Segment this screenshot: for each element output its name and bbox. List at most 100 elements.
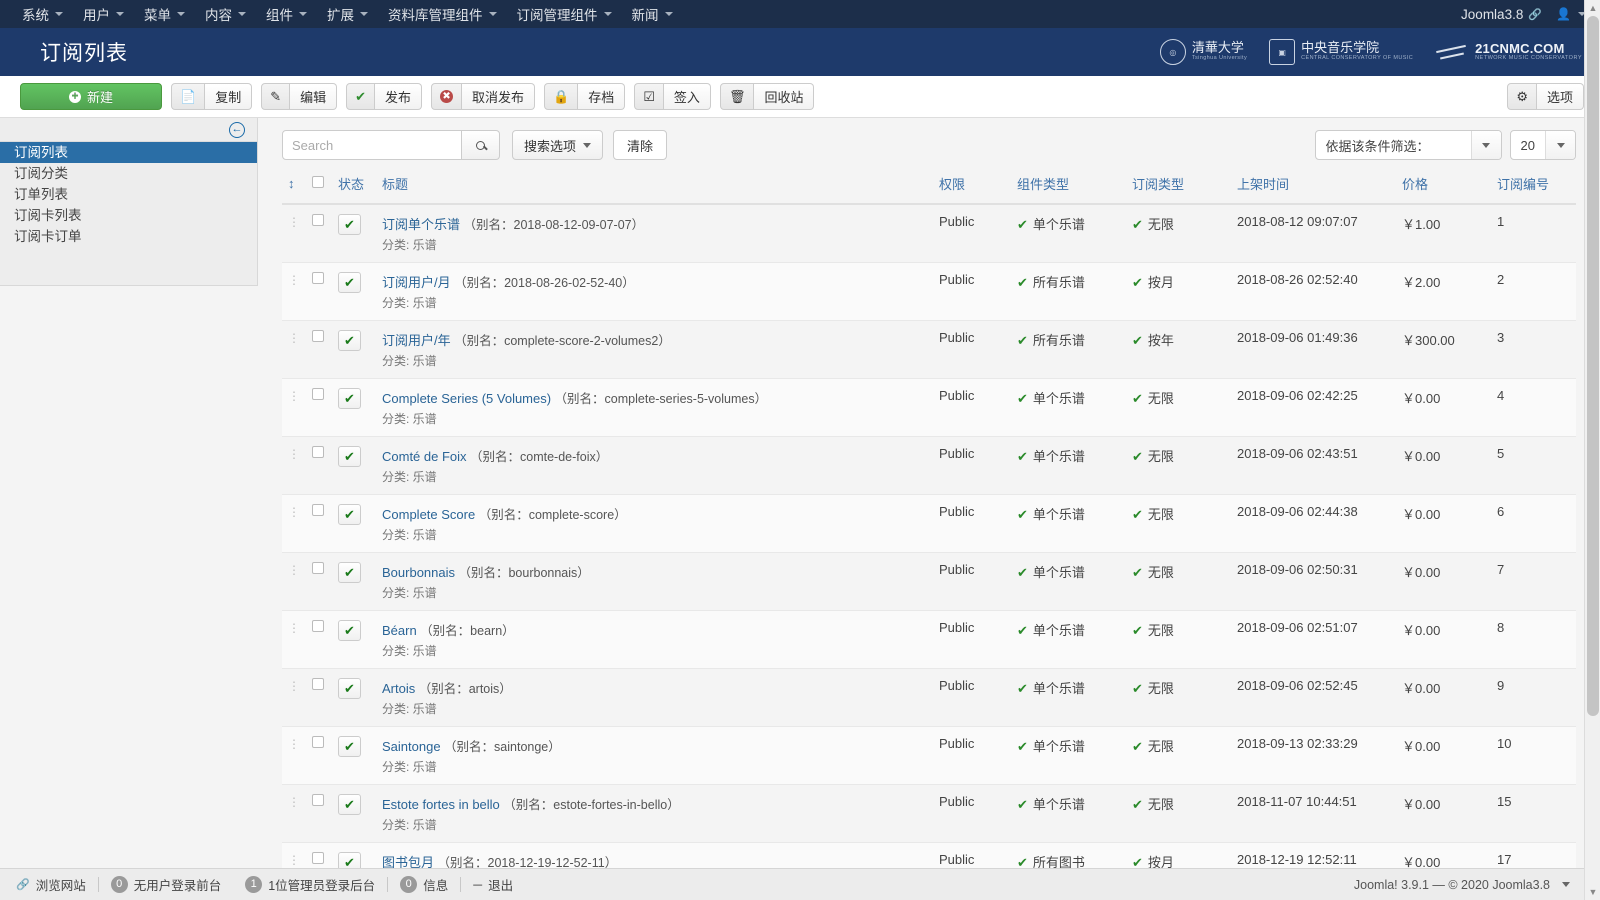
row-checkbox[interactable] bbox=[312, 272, 324, 284]
row-drag-handle[interactable]: ⋮ bbox=[282, 263, 306, 321]
toolbar-button-label-wrap[interactable]: 回收站 bbox=[754, 83, 815, 110]
options-button[interactable]: 选项 bbox=[1536, 83, 1584, 110]
copy-icon[interactable]: 📄 bbox=[171, 83, 206, 110]
row-drag-handle[interactable]: ⋮ bbox=[282, 611, 306, 669]
row-title-link[interactable]: Estote fortes in bello bbox=[382, 797, 500, 812]
row-title-link[interactable]: 订阅用户/年 bbox=[382, 333, 451, 348]
scroll-down-arrow-icon[interactable]: ▼ bbox=[1585, 884, 1600, 900]
row-drag-handle[interactable]: ⋮ bbox=[282, 669, 306, 727]
nav-item-4[interactable]: 组件 bbox=[256, 0, 317, 28]
scroll-thumb[interactable] bbox=[1587, 16, 1599, 716]
row-select-cell[interactable] bbox=[306, 553, 332, 611]
row-title-link[interactable]: Complete Series (5 Volumes) bbox=[382, 391, 551, 406]
nav-item-3[interactable]: 内容 bbox=[195, 0, 256, 28]
row-drag-handle[interactable]: ⋮ bbox=[282, 553, 306, 611]
toolbar-button-3[interactable]: ✖ 取消发布 bbox=[431, 83, 536, 110]
row-checkbox[interactable] bbox=[312, 388, 324, 400]
row-title-link[interactable]: Artois bbox=[382, 681, 415, 696]
trash-icon[interactable]: 🗑 bbox=[719, 83, 755, 110]
row-title-link[interactable]: Comté de Foix bbox=[382, 449, 467, 464]
nav-item-5[interactable]: 扩展 bbox=[317, 0, 378, 28]
column-select-all[interactable] bbox=[306, 170, 332, 205]
clear-filters-button[interactable]: 清除 bbox=[613, 130, 668, 160]
archive-icon[interactable]: 🔒 bbox=[544, 83, 579, 110]
nav-item-8[interactable]: 新闻 bbox=[622, 0, 683, 28]
row-drag-handle[interactable]: ⋮ bbox=[282, 495, 306, 553]
nav-item-1[interactable]: 用户 bbox=[73, 0, 134, 28]
column-component-type[interactable]: 组件类型 bbox=[1011, 170, 1126, 205]
column-ordering[interactable]: ↕ bbox=[282, 170, 306, 205]
row-status-cell[interactable]: ✔ bbox=[332, 785, 376, 843]
row-select-cell[interactable] bbox=[306, 727, 332, 785]
check-icon[interactable]: ✔ bbox=[346, 83, 376, 110]
toolbar-button-label-wrap[interactable]: 存档 bbox=[578, 83, 626, 110]
chevron-down-icon[interactable] bbox=[1562, 882, 1570, 887]
row-checkbox[interactable] bbox=[312, 736, 324, 748]
published-check-icon[interactable]: ✔ bbox=[338, 330, 361, 351]
row-status-cell[interactable]: ✔ bbox=[332, 669, 376, 727]
checkin-icon[interactable]: ☑ bbox=[634, 83, 664, 110]
nav-item-6[interactable]: 资料库管理组件 bbox=[378, 0, 507, 28]
row-title-link[interactable]: Béarn bbox=[382, 623, 417, 638]
toolbar-button-label-wrap[interactable]: 编辑 bbox=[290, 83, 338, 110]
nav-item-0[interactable]: 系统 bbox=[12, 0, 73, 28]
row-status-cell[interactable]: ✔ bbox=[332, 727, 376, 785]
column-status[interactable]: 状态 bbox=[332, 170, 376, 205]
column-access[interactable]: 权限 bbox=[933, 170, 1011, 205]
row-select-cell[interactable] bbox=[306, 321, 332, 379]
logout-button[interactable]: ─ 退出 bbox=[461, 875, 525, 894]
toolbar-button-4[interactable]: 🔒 存档 bbox=[544, 83, 626, 110]
row-drag-handle[interactable]: ⋮ bbox=[282, 437, 306, 495]
published-check-icon[interactable]: ✔ bbox=[338, 388, 361, 409]
row-checkbox[interactable] bbox=[312, 446, 324, 458]
row-status-cell[interactable]: ✔ bbox=[332, 263, 376, 321]
published-check-icon[interactable]: ✔ bbox=[338, 446, 361, 467]
toolbar-button-5[interactable]: ☑ 签入 bbox=[634, 83, 711, 110]
column-price[interactable]: 价格 bbox=[1396, 170, 1491, 205]
row-select-cell[interactable] bbox=[306, 263, 332, 321]
row-select-cell[interactable] bbox=[306, 611, 332, 669]
row-status-cell[interactable]: ✔ bbox=[332, 437, 376, 495]
row-drag-handle[interactable]: ⋮ bbox=[282, 379, 306, 437]
row-status-cell[interactable]: ✔ bbox=[332, 379, 376, 437]
row-drag-handle[interactable]: ⋮ bbox=[282, 727, 306, 785]
row-title-link[interactable]: Complete Score bbox=[382, 507, 475, 522]
toolbar-button-label-wrap[interactable]: 签入 bbox=[663, 83, 711, 110]
messages-status[interactable]: 0 信息 bbox=[388, 875, 460, 894]
backend-users-status[interactable]: 1 1位管理员登录后台 bbox=[233, 875, 387, 894]
row-checkbox[interactable] bbox=[312, 562, 324, 574]
row-status-cell[interactable]: ✔ bbox=[332, 611, 376, 669]
row-checkbox[interactable] bbox=[312, 794, 324, 806]
gear-icon[interactable]: ⚙ bbox=[1507, 83, 1537, 110]
row-checkbox[interactable] bbox=[312, 852, 324, 864]
toolbar-button-2[interactable]: ✔ 发布 bbox=[346, 83, 423, 110]
published-check-icon[interactable]: ✔ bbox=[338, 214, 361, 235]
site-name-link[interactable]: Joomla3.8 🔗 bbox=[1461, 7, 1542, 22]
frontend-users-status[interactable]: 0 无用户登录前台 bbox=[99, 875, 234, 894]
new-button[interactable]: + 新建 bbox=[20, 83, 162, 110]
row-status-cell[interactable]: ✔ bbox=[332, 553, 376, 611]
column-listing-time[interactable]: 上架时间 bbox=[1231, 170, 1396, 205]
column-subscription-id[interactable]: 订阅编号 bbox=[1491, 170, 1576, 205]
row-status-cell[interactable]: ✔ bbox=[332, 204, 376, 263]
edit-icon[interactable]: ✎ bbox=[261, 83, 291, 110]
row-checkbox[interactable] bbox=[312, 330, 324, 342]
nav-item-2[interactable]: 菜单 bbox=[134, 0, 195, 28]
row-select-cell[interactable] bbox=[306, 379, 332, 437]
row-title-link[interactable]: 订阅用户/月 bbox=[382, 275, 451, 290]
sidebar-item-1[interactable]: 订阅分类 bbox=[0, 163, 257, 184]
collapse-sidebar-icon[interactable]: ← bbox=[229, 121, 245, 138]
select-all-checkbox[interactable] bbox=[312, 176, 324, 188]
row-select-cell[interactable] bbox=[306, 437, 332, 495]
row-drag-handle[interactable]: ⋮ bbox=[282, 321, 306, 379]
toolbar-button-0[interactable]: 📄 复制 bbox=[171, 83, 253, 110]
search-options-button[interactable]: 搜索选项 bbox=[512, 130, 604, 160]
row-select-cell[interactable] bbox=[306, 785, 332, 843]
view-site-link[interactable]: 🔗 浏览网站 bbox=[14, 875, 98, 894]
published-check-icon[interactable]: ✔ bbox=[338, 620, 361, 641]
sidebar-item-3[interactable]: 订阅卡列表 bbox=[0, 205, 257, 226]
sidebar-item-0[interactable]: 订阅列表 bbox=[0, 142, 257, 163]
column-subscription-type[interactable]: 订阅类型 bbox=[1126, 170, 1231, 205]
sidebar-item-4[interactable]: 订阅卡订单 bbox=[0, 226, 257, 247]
toolbar-button-label-wrap[interactable]: 发布 bbox=[375, 83, 423, 110]
